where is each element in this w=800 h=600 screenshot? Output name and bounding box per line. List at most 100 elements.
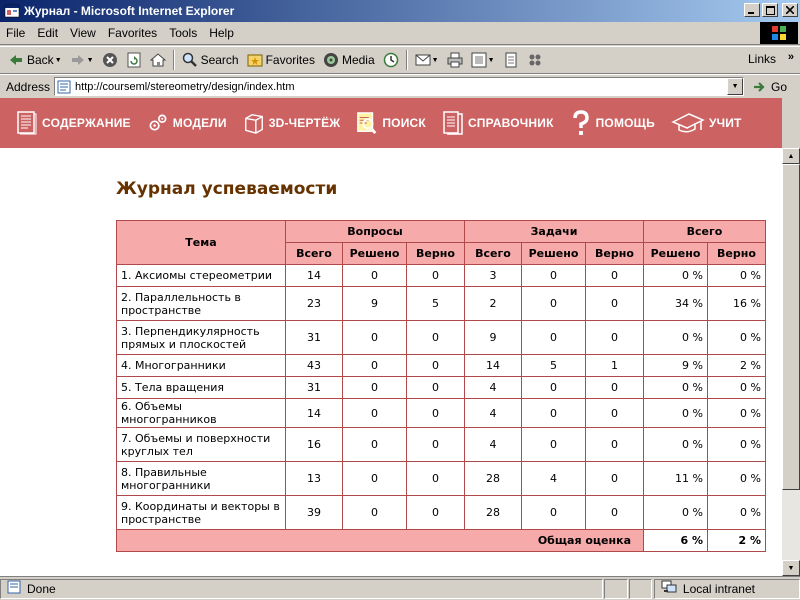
address-url[interactable]: http://courseml/stereometry/design/index…: [75, 81, 294, 93]
search-button[interactable]: Search: [178, 48, 243, 72]
page-title: Журнал успеваемости: [116, 179, 338, 199]
stop-button[interactable]: [98, 48, 122, 72]
refresh-button[interactable]: [122, 48, 146, 72]
col-group-tasks: Задачи: [464, 220, 644, 243]
scroll-down-icon[interactable]: ▼: [782, 560, 800, 576]
total-label: Общая оценка: [116, 529, 644, 552]
table-row: 1. Аксиомы стереометрии 14 0 0 3 0 0 0 % 0 %: [116, 264, 766, 287]
cell-topic: 2. Параллельность в пространстве: [116, 286, 286, 321]
cube-icon: [243, 110, 265, 136]
cell-solved-pct: 0 %: [643, 427, 708, 462]
cell-solved-pct: 9 %: [643, 354, 708, 377]
status-bar: Done Local intranet: [0, 576, 800, 600]
media-label: Media: [341, 53, 375, 67]
table-row: 8. Правильные многогранники 13 0 0 28 4 0 11 % 0…: [116, 461, 766, 496]
table-row: 5. Тела вращения 31 0 0 4 0 0 0 % 0 %: [116, 376, 766, 399]
col-q-total: Всего: [285, 242, 343, 265]
dropdown-arrow-icon[interactable]: ▼: [432, 57, 439, 64]
dropdown-arrow-icon[interactable]: ▼: [87, 57, 94, 64]
cell-topic: 6. Объемы многогранников: [116, 398, 286, 428]
menu-view[interactable]: View: [64, 26, 102, 40]
site-navigation: СОДЕРЖАНИЕ МОДЕЛИ 3D-ЧЕРТЁЖ ПОИСК СПРАВО…: [0, 98, 782, 148]
security-zone: Local intranet: [653, 578, 800, 599]
cell-q-correct: 0: [406, 354, 465, 377]
cell-correct-pct: 0 %: [707, 461, 766, 496]
scroll-up-icon[interactable]: ▲: [782, 148, 800, 164]
col-sum-solved: Решено: [643, 242, 708, 265]
menu-favorites[interactable]: Favorites: [102, 26, 163, 40]
cell-solved-pct: 0 %: [643, 320, 708, 355]
status-cell: [604, 578, 628, 599]
nav-search[interactable]: ПОИСК: [356, 110, 426, 136]
home-icon: [149, 52, 166, 68]
magnifier-icon: [356, 110, 378, 136]
nav-models[interactable]: МОДЕЛИ: [147, 110, 227, 136]
nav-teacher-label: УЧИТ: [708, 116, 742, 130]
cell-q-correct: 0: [406, 495, 465, 530]
media-button[interactable]: Media: [319, 48, 379, 72]
favorites-button[interactable]: Favorites: [243, 48, 319, 72]
discuss-button[interactable]: [499, 48, 523, 72]
links-chevron-icon[interactable]: »: [788, 51, 794, 63]
col-t-correct: Верно: [585, 242, 644, 265]
nav-contents[interactable]: СОДЕРЖАНИЕ: [16, 110, 131, 136]
close-icon[interactable]: [782, 3, 798, 17]
cell-q-correct: 0: [406, 264, 465, 287]
cell-t-total: 2: [464, 286, 522, 321]
dropdown-arrow-icon[interactable]: ▼: [55, 57, 62, 64]
nav-3d-drawing-label: 3D-ЧЕРТЁЖ: [268, 116, 341, 130]
address-label: Address: [6, 79, 51, 94]
done-page-icon: [7, 580, 21, 597]
cell-q-solved: 0: [342, 376, 407, 399]
cell-q-solved: 9: [342, 286, 407, 321]
mail-button[interactable]: ▼: [411, 48, 443, 72]
cell-correct-pct: 0 %: [707, 264, 766, 287]
go-button[interactable]: Go: [752, 79, 787, 95]
cell-t-total: 4: [464, 398, 522, 428]
table-row: 2. Параллельность в пространстве 23 9 5 2 0 0 3…: [116, 286, 766, 321]
cell-q-correct: 0: [406, 376, 465, 399]
cell-q-solved: 0: [342, 398, 407, 428]
home-button[interactable]: [146, 48, 170, 72]
address-dropdown-icon[interactable]: ▼: [727, 78, 744, 95]
graduation-cap-icon: [671, 110, 705, 136]
stop-icon: [102, 52, 118, 68]
address-input[interactable]: http://courseml/stereometry/design/index…: [54, 77, 745, 96]
nav-help[interactable]: ПОМОЩЬ: [570, 110, 655, 136]
dropdown-arrow-icon[interactable]: ▼: [488, 57, 495, 64]
cell-topic: 9. Координаты и векторы в пространстве: [116, 495, 286, 530]
cell-t-total: 4: [464, 427, 522, 462]
cell-q-total: 43: [285, 354, 343, 377]
edit-button[interactable]: ▼: [467, 48, 499, 72]
nav-handbook[interactable]: СПРАВОЧНИК: [442, 110, 554, 136]
cell-topic: 4. Многогранники: [116, 354, 286, 377]
cell-t-solved: 0: [521, 286, 586, 321]
print-button[interactable]: [443, 48, 467, 72]
cell-t-solved: 4: [521, 461, 586, 496]
back-button[interactable]: Back ▼: [4, 48, 66, 72]
menu-tools[interactable]: Tools: [163, 26, 203, 40]
nav-3d-drawing[interactable]: 3D-ЧЕРТЁЖ: [243, 110, 341, 136]
cell-solved-pct: 0 %: [643, 495, 708, 530]
edit-page-icon: [471, 52, 487, 68]
menu-file[interactable]: File: [0, 26, 31, 40]
menu-edit[interactable]: Edit: [31, 26, 64, 40]
vertical-scrollbar[interactable]: ▲ ▼: [782, 148, 800, 576]
nav-teacher[interactable]: УЧИТ: [671, 110, 742, 136]
window-title: Журнал - Microsoft Internet Explorer: [24, 4, 235, 18]
menu-bar: File Edit View Favorites Tools Help: [0, 22, 800, 45]
menu-help[interactable]: Help: [203, 26, 240, 40]
history-button[interactable]: [379, 48, 403, 72]
cell-t-correct: 0: [585, 427, 644, 462]
forward-button[interactable]: ▼: [66, 48, 98, 72]
messenger-button[interactable]: [523, 48, 547, 72]
cell-q-total: 31: [285, 320, 343, 355]
minimize-icon[interactable]: [744, 3, 760, 17]
cell-t-total: 14: [464, 354, 522, 377]
scroll-thumb[interactable]: [782, 164, 800, 490]
links-label[interactable]: Links: [748, 52, 776, 66]
back-arrow-icon: [8, 52, 24, 68]
maximize-icon[interactable]: [762, 3, 778, 17]
nav-handbook-label: СПРАВОЧНИК: [467, 116, 554, 130]
back-label: Back: [27, 53, 54, 67]
